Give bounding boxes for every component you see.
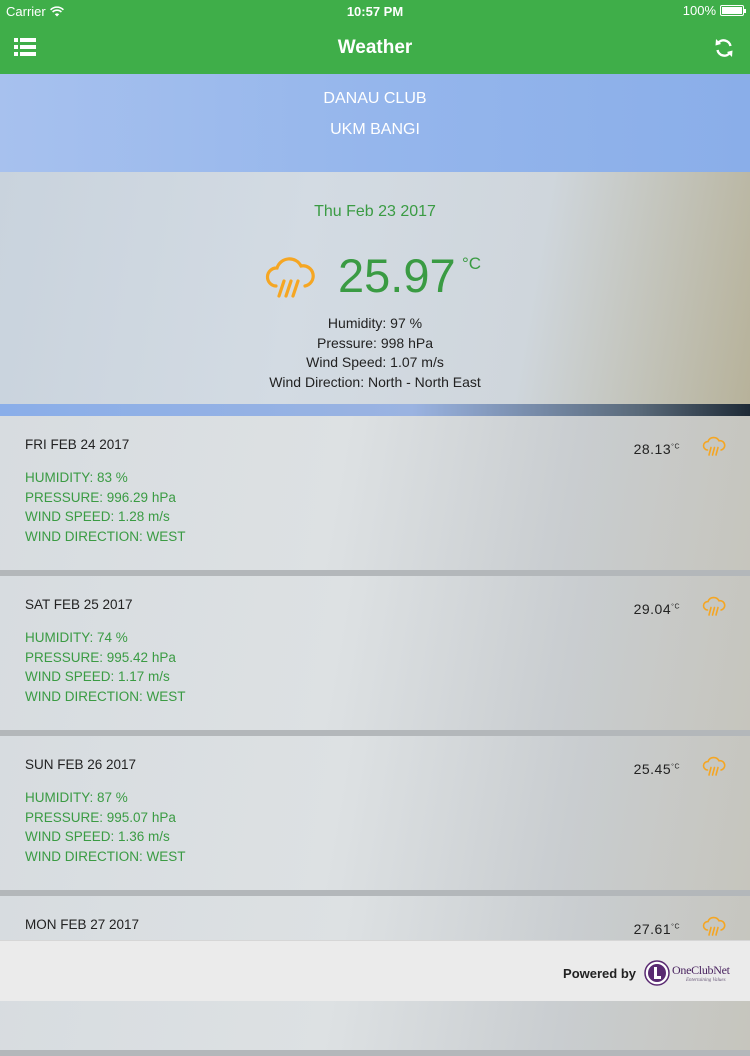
temperature-unit: °C <box>462 254 482 273</box>
current-weather: Thu Feb 23 2017 25.97 °C Humidity: 97 % … <box>0 172 750 404</box>
forecast-wind-speed: WIND SPEED: 1.28 m/s <box>25 509 170 525</box>
footer: Powered by OneClubNet Entertaining Value… <box>0 940 750 1001</box>
rain-cloud-icon <box>702 436 726 456</box>
forecast-humidity: HUMIDITY: 74 % <box>25 630 128 645</box>
forecast-details: HUMIDITY: 74 % PRESSURE: 995.42 hPa WIND… <box>25 628 186 707</box>
forecast-humidity: HUMIDITY: 83 % <box>25 470 128 485</box>
current-wind-direction: Wind Direction: North - North East <box>269 373 481 390</box>
forecast-card[interactable]: SUN FEB 26 2017 25.45°C HUMIDITY: 87 % P… <box>0 736 750 896</box>
status-bar: Carrier 10:57 PM 100% <box>0 0 750 22</box>
powered-by-label: Powered by <box>563 966 636 981</box>
refresh-icon[interactable] <box>714 38 734 58</box>
section-divider <box>0 404 750 416</box>
status-time: 10:57 PM <box>346 4 404 19</box>
forecast-details: HUMIDITY: 83 % PRESSURE: 996.29 hPa WIND… <box>25 468 186 547</box>
current-pressure: Pressure: 998 hPa <box>317 334 433 351</box>
forecast-pressure: PRESSURE: 995.42 hPa <box>25 649 176 665</box>
brand-name: OneClubNet <box>672 963 730 977</box>
forecast-day: SUN FEB 26 2017 <box>25 757 137 772</box>
rain-cloud-icon <box>702 596 726 616</box>
current-humidity: Humidity: 97 % <box>327 315 423 331</box>
location-header: DANAU CLUB UKM BANGI <box>0 74 750 172</box>
rain-cloud-icon <box>265 257 315 298</box>
forecast-card[interactable]: SAT FEB 25 2017 29.04°C HUMIDITY: 74 % P… <box>0 576 750 736</box>
rain-cloud-icon <box>702 916 726 936</box>
battery-icon <box>720 5 746 16</box>
forecast-humidity: HUMIDITY: 87 % <box>25 790 128 805</box>
forecast-day: MON FEB 27 2017 <box>25 917 140 932</box>
forecast-wind-speed: WIND SPEED: 1.17 m/s <box>25 669 170 685</box>
nav-bar: Weather <box>0 22 750 74</box>
location-name: DANAU CLUB <box>323 90 427 107</box>
forecast-pressure: PRESSURE: 995.07 hPa <box>25 809 176 825</box>
forecast-day: SAT FEB 25 2017 <box>25 597 133 612</box>
rain-cloud-icon <box>702 756 726 776</box>
forecast-pressure: PRESSURE: 996.29 hPa <box>25 489 176 505</box>
battery-status: 100% <box>682 3 746 18</box>
forecast-wind-direction: WIND DIRECTION: WEST <box>25 849 186 865</box>
oneclubnet-logo-icon <box>644 960 670 986</box>
brand-tagline: Entertaining Values <box>686 978 726 983</box>
current-date: Thu Feb 23 2017 <box>314 203 436 220</box>
current-wind-speed: Wind Speed: 1.07 m/s <box>306 354 444 370</box>
forecast-wind-direction: WIND DIRECTION: WEST <box>25 689 186 705</box>
forecast-temperature: 29.04°C <box>633 601 680 617</box>
page-title: Weather <box>337 37 413 58</box>
forecast-day: FRI FEB 24 2017 <box>25 437 130 452</box>
forecast-temperature: 28.13°C <box>633 441 680 457</box>
forecast-temperature: 27.61°C <box>633 921 680 937</box>
battery-percent: 100% <box>682 3 716 18</box>
current-temperature: 25.97 <box>338 249 456 302</box>
forecast-wind-direction: WIND DIRECTION: WEST <box>25 529 186 545</box>
forecast-details: HUMIDITY: 87 % PRESSURE: 995.07 hPa WIND… <box>25 788 186 867</box>
forecast-card[interactable]: FRI FEB 24 2017 28.13°C HUMIDITY: 83 % P… <box>0 416 750 576</box>
current-details: Humidity: 97 % Pressure: 998 hPa Wind Sp… <box>0 314 750 392</box>
forecast-temperature: 25.45°C <box>633 761 680 777</box>
location-area: UKM BANGI <box>330 121 420 138</box>
forecast-wind-speed: WIND SPEED: 1.36 m/s <box>25 829 170 845</box>
